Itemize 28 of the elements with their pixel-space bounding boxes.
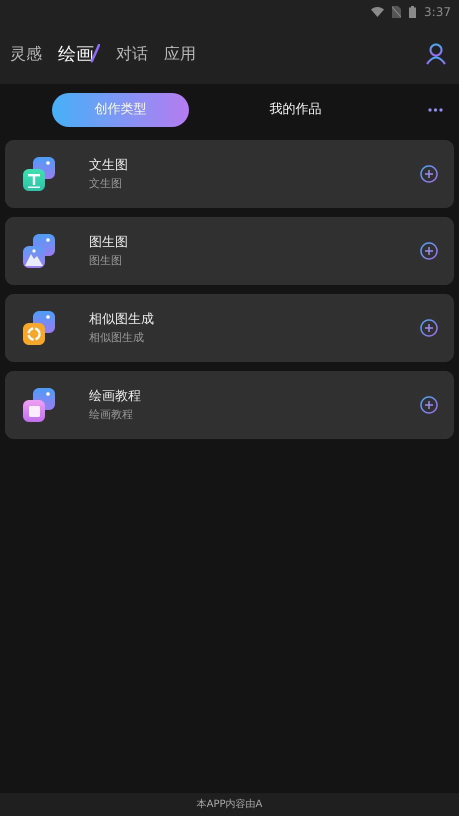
- card-subtitle: 绘画教程: [89, 406, 134, 422]
- add-icon[interactable]: [420, 319, 438, 337]
- more-icon[interactable]: [428, 108, 443, 112]
- feature-card[interactable]: 文生图 文生图: [5, 140, 454, 208]
- card-subtitle: 相似图生成: [89, 330, 145, 346]
- nav-tab[interactable]: 灵感: [10, 42, 42, 66]
- nav-tab[interactable]: 应用: [164, 42, 196, 66]
- feature-card[interactable]: 图生图 图生图: [5, 217, 454, 285]
- battery-icon: [409, 6, 416, 18]
- card-title: 相似图生成: [89, 311, 154, 329]
- card-title: 绘画教程: [89, 388, 141, 406]
- profile-icon[interactable]: [425, 43, 447, 65]
- clock-time: 3:37: [424, 4, 451, 21]
- add-icon[interactable]: [420, 165, 438, 183]
- no-sim-icon: [392, 6, 402, 18]
- card-title: 文生图: [89, 157, 128, 175]
- add-icon[interactable]: [420, 242, 438, 260]
- add-icon[interactable]: [420, 396, 438, 414]
- card-subtitle: 文生图: [89, 176, 123, 192]
- wifi-icon: [371, 7, 384, 17]
- card-title: 图生图: [89, 234, 128, 252]
- segment-tab[interactable]: 我的作品: [227, 93, 364, 127]
- nav-tab[interactable]: 对话: [116, 42, 148, 66]
- feature-card[interactable]: 相似图生成 相似图生成: [5, 294, 454, 362]
- nav-tab[interactable]: 绘画: [58, 40, 94, 68]
- feature-card[interactable]: 绘画教程 绘画教程: [5, 371, 454, 439]
- footer-notice: 本APP内容由A: [196, 798, 262, 812]
- card-subtitle: 图生图: [89, 252, 123, 268]
